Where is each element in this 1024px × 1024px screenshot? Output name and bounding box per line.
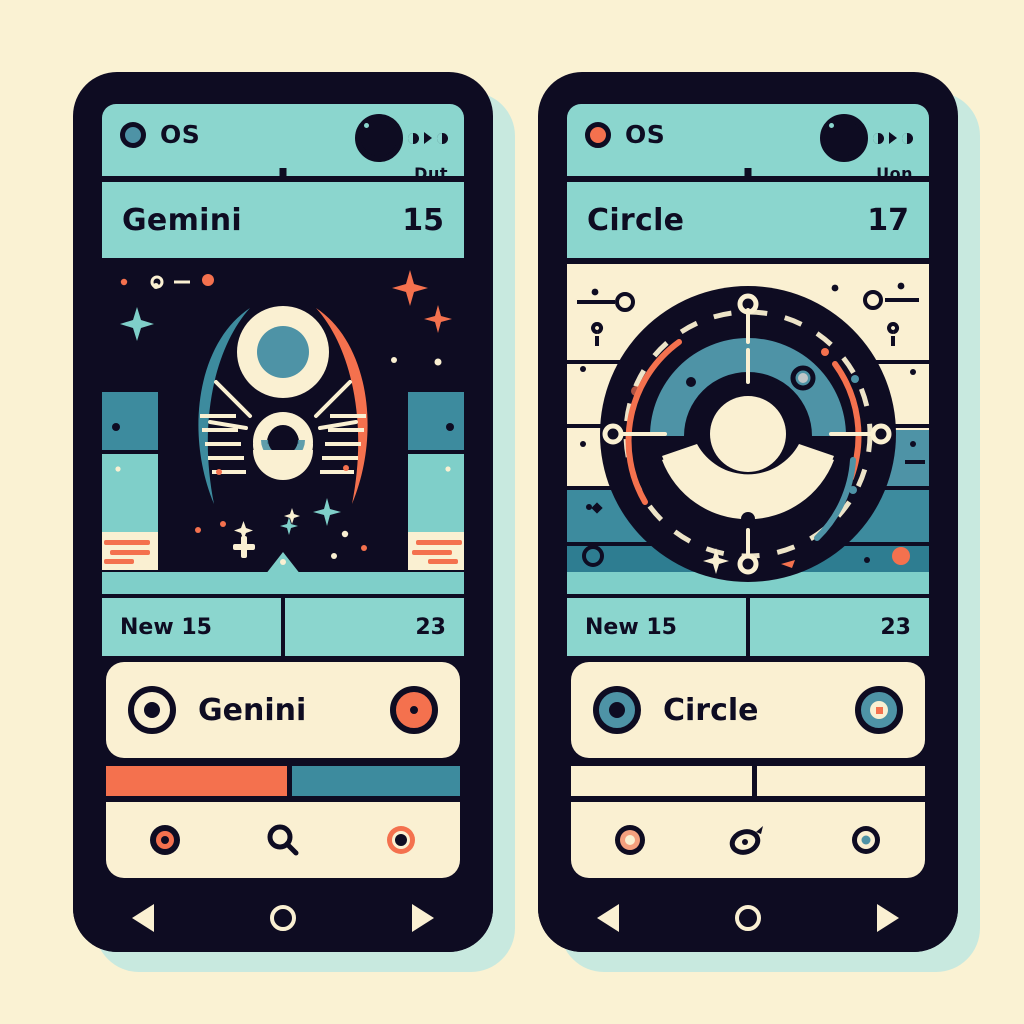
info-icon (902, 132, 913, 144)
progress-segment-orange (106, 766, 288, 796)
os-dot-icon (585, 121, 611, 148)
screen-left: OS Dut Gemini 15 New 15 23 Genini (102, 104, 464, 884)
page-title: Circle (587, 202, 685, 238)
info-cell-new: New 15 (120, 614, 212, 640)
back-triangle-icon[interactable] (123, 898, 163, 938)
status-text: Dut (414, 164, 448, 176)
progress-bar-right[interactable] (571, 766, 925, 796)
title-bar-right: Circle 17 (567, 182, 929, 258)
info-icon (437, 132, 448, 144)
back-triangle-icon[interactable] (588, 898, 628, 938)
nav-comet-icon[interactable] (728, 820, 768, 860)
signal-icon (820, 114, 868, 162)
forward-triangle-icon[interactable] (403, 898, 443, 938)
progress-segment-empty-left (571, 766, 753, 796)
status-bar-right: OS Uon (567, 104, 929, 176)
hero-illustration-gemini (102, 264, 464, 594)
divider-top-right (567, 168, 929, 182)
nav-record-icon[interactable] (145, 820, 185, 860)
nav-blue-record-icon[interactable] (846, 820, 886, 860)
battery-icon (873, 132, 884, 144)
phone-right: OS Uon Circle 17 New 15 23 Circle (538, 72, 958, 952)
nav-search-icon[interactable] (263, 820, 303, 860)
status-bar-right-group: Uon (820, 114, 913, 176)
divider-tick (279, 168, 287, 182)
app-card-genini[interactable]: Genini (106, 662, 460, 758)
system-nav-bar-right (538, 884, 958, 952)
page-title-value: 17 (867, 202, 909, 238)
status-bar-right-group: Dut (355, 114, 448, 176)
status-bar-left: OS Dut (102, 104, 464, 176)
app-card-title: Circle (663, 692, 759, 728)
status-icons (355, 114, 448, 162)
app-card-circle[interactable]: Circle (571, 662, 925, 758)
progress-segment-empty-right (757, 766, 925, 796)
screen-right: OS Uon Circle 17 New 15 23 Circle (567, 104, 929, 884)
orange-record-icon[interactable] (390, 686, 438, 734)
card-area-left: Genini (102, 656, 464, 878)
status-icons (820, 114, 913, 162)
teal-target-ring-icon (593, 686, 641, 734)
system-nav-bar-left (73, 884, 493, 952)
os-dot-icon (120, 121, 146, 148)
forward-triangle-icon[interactable] (868, 898, 908, 938)
chevron-right-icon (889, 132, 897, 144)
home-circle-icon[interactable] (728, 898, 768, 938)
hero-illustration-circle (567, 264, 929, 594)
signal-icon (355, 114, 403, 162)
app-card-title: Genini (198, 692, 307, 728)
status-bar-left-group: OS (120, 120, 200, 149)
bottom-nav-right (571, 802, 925, 878)
divider-tick (744, 168, 752, 182)
scene: OS Dut Gemini 15 New 15 23 Genini OS Uon… (0, 0, 1024, 1024)
phone-left: OS Dut Gemini 15 New 15 23 Genini (73, 72, 493, 952)
battery-icon (408, 132, 419, 144)
info-cell-new: New 15 (585, 614, 677, 640)
os-label: OS (160, 120, 201, 149)
info-cell-count: 23 (281, 598, 464, 656)
nav-target-icon[interactable] (381, 820, 421, 860)
os-label: OS (625, 120, 666, 149)
status-text: Uon (876, 164, 913, 176)
teal-record-icon[interactable] (855, 686, 903, 734)
target-ring-icon (128, 686, 176, 734)
divider-top-left (102, 168, 464, 182)
page-title-value: 15 (402, 202, 444, 238)
title-bar-left: Gemini 15 (102, 182, 464, 258)
info-row-right: New 15 23 (567, 594, 929, 656)
info-cell-count: 23 (746, 598, 929, 656)
page-title: Gemini (122, 202, 242, 238)
progress-segment-teal (292, 766, 460, 796)
status-bar-left-group: OS (585, 120, 665, 149)
home-circle-icon[interactable] (263, 898, 303, 938)
info-row-left: New 15 23 (102, 594, 464, 656)
chevron-right-icon (424, 132, 432, 144)
nav-orange-record-icon[interactable] (610, 820, 650, 860)
progress-bar-left[interactable] (106, 766, 460, 796)
card-area-right: Circle (567, 656, 929, 878)
bottom-nav-left (106, 802, 460, 878)
